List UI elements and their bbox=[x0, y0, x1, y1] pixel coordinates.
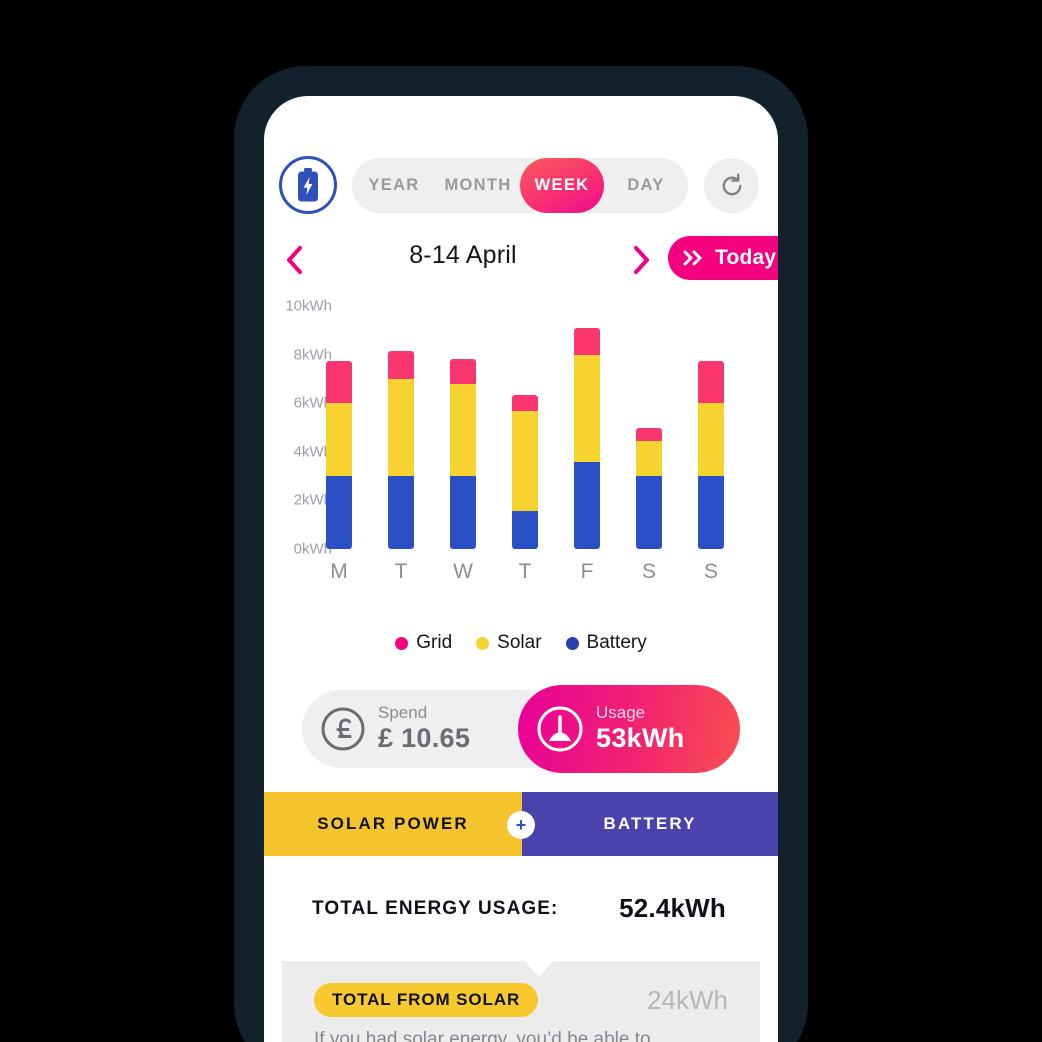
chart-x-tick: T bbox=[518, 560, 532, 583]
total-from-solar-chip-label: TOTAL FROM SOLAR bbox=[332, 990, 521, 1009]
chevron-right-glyph bbox=[634, 246, 649, 274]
chart-bar-segment-grid bbox=[388, 350, 414, 379]
usage-kicker: Usage bbox=[596, 703, 646, 723]
spend-text: Spend £ 10.65 bbox=[378, 703, 471, 754]
total-from-solar-card: TOTAL FROM SOLAR 24kWh If you had solar … bbox=[282, 961, 760, 1042]
spend-stat[interactable]: Spend £ 10.65 bbox=[302, 703, 518, 754]
total-energy-usage-label: TOTAL ENERGY USAGE: bbox=[312, 897, 559, 919]
card-notch bbox=[525, 961, 553, 977]
chart-bar-segment-battery bbox=[450, 476, 476, 549]
chart-bar[interactable] bbox=[698, 360, 724, 549]
chart-bar-segment-grid bbox=[574, 327, 600, 355]
today-button-label: Today bbox=[715, 246, 777, 269]
chart-bar-segment-grid bbox=[450, 359, 476, 384]
pound-circle-icon bbox=[321, 707, 365, 751]
usage-stat[interactable]: Usage 53kWh bbox=[518, 685, 740, 773]
double-chevron-right-icon bbox=[683, 250, 702, 266]
legend-swatch bbox=[395, 636, 409, 650]
date-navigation: 8-14 April Today bbox=[264, 236, 778, 284]
total-from-solar-description: If you had solar energy, you’d be able t… bbox=[314, 1029, 651, 1042]
legend-item[interactable]: Battery bbox=[565, 632, 647, 654]
tab-solar-power[interactable]: SOLAR POWER bbox=[264, 792, 522, 856]
chevron-left-icon[interactable] bbox=[280, 240, 310, 280]
period-option-week[interactable]: WEEK bbox=[520, 158, 604, 213]
energy-bar-chart: 10kWh 8kWh 6kWh 4kWh 2kWh 0kWh MTWTFSS bbox=[264, 294, 778, 584]
chart-bar-segment-battery bbox=[698, 476, 724, 549]
period-selector[interactable]: YEAR MONTH WEEK DAY bbox=[352, 158, 688, 213]
section-tabs: SOLAR POWER BATTERY + bbox=[264, 792, 778, 856]
period-option-month[interactable]: MONTH bbox=[436, 158, 520, 213]
chart-bar-segment-grid bbox=[636, 427, 662, 441]
chart-x-tick: W bbox=[453, 560, 473, 583]
tab-battery-label: BATTERY bbox=[603, 814, 697, 833]
battery-bolt-icon[interactable] bbox=[279, 156, 337, 214]
top-bar: YEAR MONTH WEEK DAY bbox=[264, 156, 778, 228]
spend-kicker: Spend bbox=[378, 703, 428, 723]
battery-bolt-glyph bbox=[298, 168, 318, 202]
legend-label: Solar bbox=[497, 632, 542, 653]
chart-bar-segment-battery bbox=[512, 511, 538, 549]
chart-bar-segment-battery bbox=[326, 476, 352, 549]
total-from-solar-chip: TOTAL FROM SOLAR bbox=[314, 983, 539, 1017]
chevron-left-glyph bbox=[287, 246, 302, 274]
chart-bar-segment-solar bbox=[636, 440, 662, 477]
period-option-year[interactable]: YEAR bbox=[352, 158, 436, 213]
chart-bar-segment-grid bbox=[698, 360, 724, 404]
total-energy-usage-value: 52.4kWh bbox=[619, 893, 726, 923]
chart-bar-segment-solar bbox=[450, 383, 476, 477]
summary-stats: Spend £ 10.65 Usage 53kWh bbox=[302, 685, 740, 773]
today-button[interactable]: Today bbox=[668, 236, 778, 280]
total-from-solar-amount: 24kWh bbox=[647, 985, 728, 1015]
legend-label: Grid bbox=[416, 632, 453, 653]
chart-bar[interactable] bbox=[574, 327, 600, 549]
phone-screen: YEAR MONTH WEEK DAY 8-14 April Today 10k… bbox=[264, 96, 778, 1042]
tab-battery[interactable]: BATTERY bbox=[522, 792, 778, 856]
chart-bar[interactable] bbox=[388, 350, 414, 549]
refresh-icon[interactable] bbox=[704, 158, 759, 213]
legend-swatch bbox=[565, 636, 579, 650]
chart-bar-segment-solar bbox=[388, 378, 414, 477]
total-energy-usage-row: TOTAL ENERGY USAGE: 52.4kWh bbox=[282, 856, 760, 961]
legend-item[interactable]: Solar bbox=[476, 632, 542, 654]
legend-swatch bbox=[476, 636, 490, 650]
spend-value: £ 10.65 bbox=[378, 722, 471, 753]
usage-value: 53kWh bbox=[596, 722, 685, 753]
chart-legend: Grid Solar Battery bbox=[264, 632, 778, 654]
tab-solar-power-label: SOLAR POWER bbox=[317, 814, 469, 833]
date-range-label: 8-14 April bbox=[409, 241, 517, 269]
legend-item[interactable]: Grid bbox=[395, 632, 452, 654]
chart-bar-segment-solar bbox=[512, 410, 538, 512]
chart-x-tick: S bbox=[703, 560, 718, 583]
solar-power-panel: TOTAL ENERGY USAGE: 52.4kWh TOTAL FROM S… bbox=[282, 856, 760, 1042]
gauge-icon bbox=[537, 706, 583, 752]
chart-bar-segment-grid bbox=[326, 360, 352, 404]
chart-bar-segment-grid bbox=[512, 394, 538, 411]
chart-bar[interactable] bbox=[512, 394, 538, 549]
chart-bar-segment-solar bbox=[326, 403, 352, 477]
legend-label: Battery bbox=[586, 632, 647, 653]
chart-bar-segment-solar bbox=[698, 403, 724, 477]
chart-bar-segment-battery bbox=[636, 476, 662, 549]
chart-x-tick: M bbox=[330, 560, 348, 583]
add-tab-button[interactable]: + bbox=[507, 811, 535, 839]
chevron-right-icon[interactable] bbox=[626, 240, 656, 280]
chart-plot-area: MTWTFSS bbox=[314, 294, 778, 584]
usage-text: Usage 53kWh bbox=[596, 703, 685, 754]
chart-bar-segment-battery bbox=[574, 461, 600, 549]
chart-bar-segment-battery bbox=[388, 476, 414, 549]
chart-bar[interactable] bbox=[636, 427, 662, 549]
refresh-glyph bbox=[722, 172, 741, 195]
chart-x-tick: F bbox=[580, 560, 594, 583]
chart-bar-segment-solar bbox=[574, 354, 600, 462]
chart-bar[interactable] bbox=[450, 359, 476, 549]
period-option-day[interactable]: DAY bbox=[604, 158, 688, 213]
chart-x-tick: S bbox=[641, 560, 656, 583]
chart-bar[interactable] bbox=[326, 360, 352, 549]
chart-x-tick: T bbox=[394, 560, 408, 583]
screenshot-canvas: YEAR MONTH WEEK DAY 8-14 April Today 10k… bbox=[0, 0, 1042, 1042]
